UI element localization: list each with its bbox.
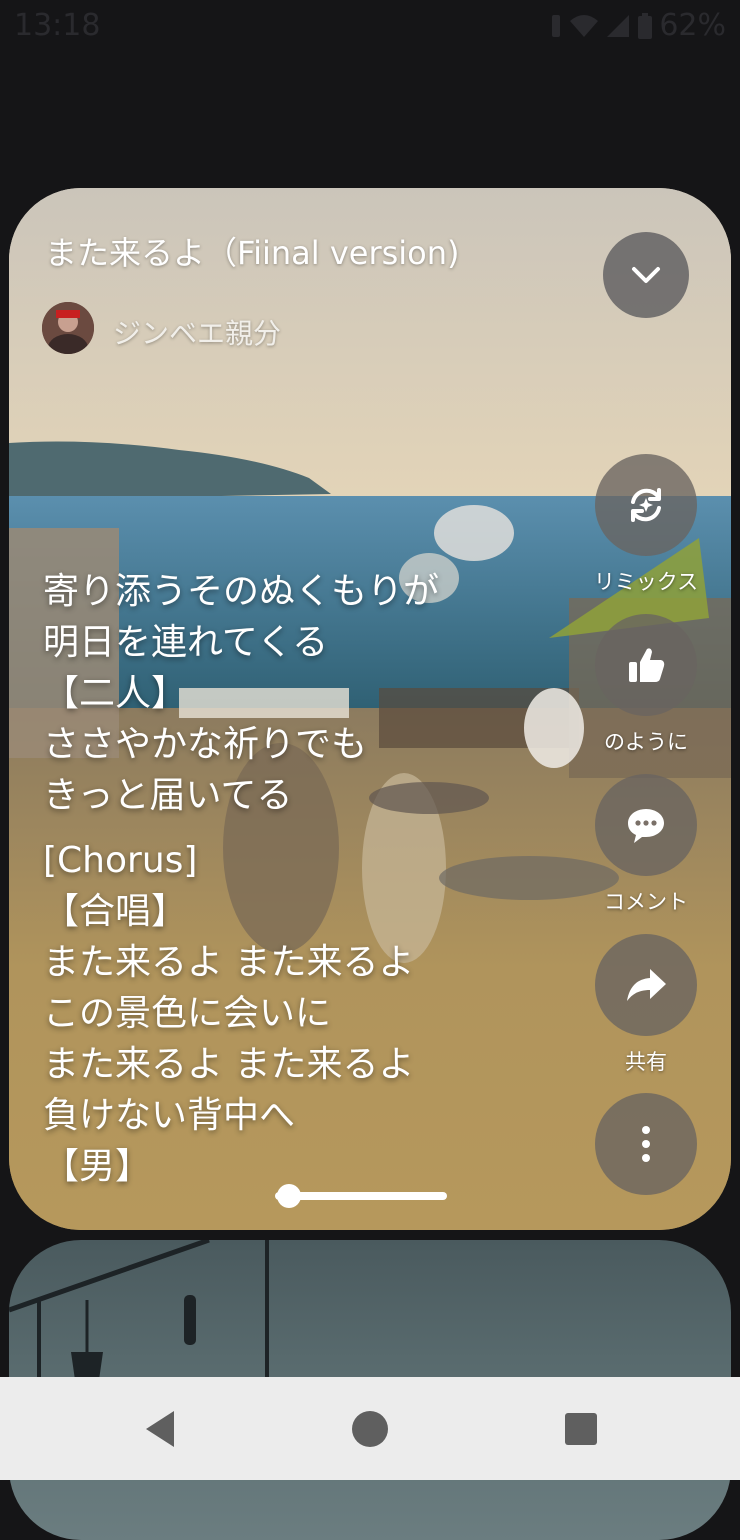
battery-level: 62%: [659, 8, 726, 43]
status-icons: 62%: [549, 8, 726, 43]
comment-action[interactable]: コメント: [594, 774, 698, 916]
more-vertical-icon: [642, 1126, 650, 1162]
lyric-line: また来るよ また来るよ: [43, 1044, 415, 1085]
remix-button[interactable]: [595, 454, 697, 556]
more-action[interactable]: [594, 1093, 698, 1195]
recents-square-icon: [565, 1412, 597, 1445]
like-label: のように: [604, 730, 688, 754]
remix-sparkle-icon: [631, 488, 661, 522]
lyric-line: また来るよ また来るよ: [43, 942, 415, 983]
home-circle-icon: [352, 1410, 388, 1447]
nav-recents-button[interactable]: [531, 1377, 631, 1480]
lyric-line: 【二人】: [43, 673, 188, 714]
more-button[interactable]: [595, 1093, 697, 1195]
status-bar: 13:18 62%: [0, 0, 740, 52]
remix-action[interactable]: リミックス: [594, 454, 698, 596]
comment-button[interactable]: [595, 774, 697, 876]
thumbs-up-icon: [629, 648, 665, 682]
playback-progress-thumb[interactable]: [276, 1184, 301, 1208]
system-nav-bar: [0, 1377, 740, 1480]
comment-bubble-icon: [628, 809, 664, 843]
share-action[interactable]: 共有: [594, 934, 698, 1076]
share-label: 共有: [625, 1050, 667, 1074]
remix-label: リミックス: [593, 570, 699, 594]
song-card[interactable]: また来るよ（Fiinal version) ジンベエ親分 寄り添うそのぬくもりが…: [9, 188, 731, 1230]
avatar-image: [42, 302, 94, 354]
battery-icon: [638, 12, 653, 39]
lyric-line: 【男】: [43, 1146, 152, 1187]
playback-progress-track[interactable]: [275, 1192, 447, 1200]
artist-avatar[interactable]: [42, 302, 94, 354]
back-triangle-icon: [146, 1410, 174, 1447]
share-button[interactable]: [595, 934, 697, 1036]
like-action[interactable]: のように: [594, 614, 698, 756]
vibrate-icon: [552, 14, 561, 37]
like-button[interactable]: [595, 614, 697, 716]
lyric-line: この景色に会いに: [43, 993, 332, 1034]
lyric-line: 寄り添うそのぬくもりが: [43, 571, 440, 612]
lyric-line: ささやかな祈りでも: [43, 724, 368, 765]
share-arrow-icon: [627, 969, 666, 1001]
collapse-button[interactable]: [603, 232, 689, 318]
chevron-down-icon: [632, 267, 660, 283]
wifi-icon: [570, 14, 599, 37]
song-title: また来るよ（Fiinal version): [45, 234, 460, 272]
signal-icon: [607, 14, 630, 37]
nav-home-button[interactable]: [320, 1377, 420, 1480]
lyric-line: 負けない背中へ: [43, 1095, 296, 1136]
artist-name[interactable]: ジンベエ親分: [113, 312, 281, 352]
lyric-line: 【合唱】: [43, 891, 188, 932]
lyric-line: 明日を連れてくる: [43, 622, 329, 663]
status-time: 13:18: [14, 8, 101, 43]
lyric-line: きっと届いてる: [43, 775, 293, 816]
nav-back-button[interactable]: [110, 1377, 210, 1480]
lyric-line: [Chorus]: [43, 840, 198, 881]
lyrics: 寄り添うそのぬくもりが 明日を連れてくる 【二人】 ささやかな祈りでも きっと届…: [43, 566, 563, 1192]
comment-label: コメント: [604, 890, 688, 914]
lyric-stanza-gap: [43, 821, 563, 835]
